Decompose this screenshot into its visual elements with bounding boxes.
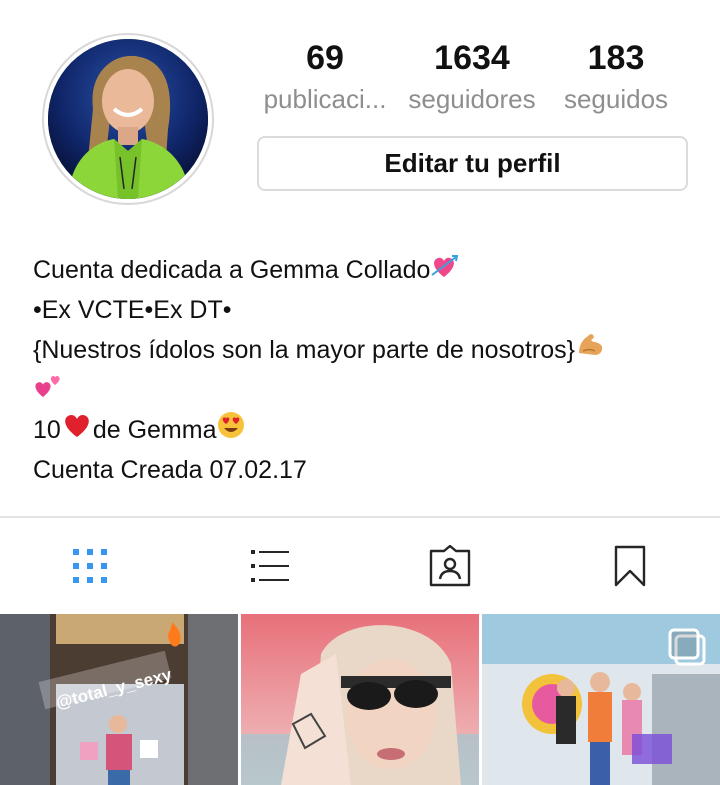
posts-count: 69 <box>306 39 344 77</box>
post-image-3 <box>482 614 720 785</box>
stat-following[interactable]: 183 seguidos <box>550 38 682 116</box>
tab-saved[interactable] <box>540 518 720 614</box>
stat-posts[interactable]: 69 publicaci... <box>250 38 400 116</box>
tab-tagged[interactable] <box>360 518 540 614</box>
avatar-image <box>48 39 208 199</box>
posts-grid: @total_y_sexy <box>0 614 720 785</box>
bio-line-5: 10 de Gemma <box>33 410 713 450</box>
following-label: seguidos <box>563 84 669 114</box>
post-image-2 <box>241 614 479 785</box>
posts-label: publicaci... <box>263 84 387 114</box>
tab-list[interactable] <box>180 518 360 614</box>
bio-line-5-number: 10 <box>33 416 61 444</box>
post-image-1: @total_y_sexy <box>0 614 238 785</box>
avatar[interactable] <box>48 39 208 199</box>
bio-line-1-text: Cuenta dedicada a Gemma Collado <box>33 256 431 284</box>
bookmark-icon <box>614 545 646 587</box>
following-count: 183 <box>587 39 645 77</box>
list-icon <box>251 550 289 582</box>
flexed-biceps-icon <box>575 331 605 371</box>
heart-with-arrow-icon <box>430 251 459 291</box>
two-hearts-icon <box>33 371 63 411</box>
post-thumbnail-1[interactable]: @total_y_sexy <box>0 614 238 785</box>
bio-line-4 <box>33 370 713 410</box>
followers-label: seguidores <box>408 84 536 114</box>
bio-line-6: Cuenta Creada 07.02.17 <box>33 456 307 484</box>
bio-line-5-text: de Gemma <box>92 416 217 444</box>
smiling-face-with-heart-eyes-icon <box>216 410 246 452</box>
grid-icon <box>73 549 107 583</box>
red-heart-icon <box>61 411 93 451</box>
post-thumbnail-3[interactable] <box>482 614 720 785</box>
bio-line-3: {Nuestros ídolos son la mayor parte de n… <box>33 330 713 370</box>
tagged-icon <box>429 545 471 587</box>
bio-line-2: •Ex VCTE•Ex DT• <box>33 296 232 324</box>
edit-profile-button[interactable]: Editar tu perfil <box>257 136 688 191</box>
profile-stats: 69 publicaci... 1634 seguidores 183 segu… <box>250 38 690 118</box>
post-thumbnail-2[interactable] <box>241 614 479 785</box>
profile-bio: Cuenta dedicada a Gemma Collado •Ex VCTE… <box>33 250 713 490</box>
profile-tabs <box>0 518 720 614</box>
followers-count: 1634 <box>434 39 510 77</box>
stat-followers[interactable]: 1634 seguidores <box>402 38 542 116</box>
tab-grid[interactable] <box>0 518 180 614</box>
bio-line-3-text: {Nuestros ídolos son la mayor parte de n… <box>33 336 575 364</box>
bio-line-1: Cuenta dedicada a Gemma Collado <box>33 250 713 290</box>
profile-header: 69 publicaci... 1634 seguidores 183 segu… <box>0 0 720 220</box>
